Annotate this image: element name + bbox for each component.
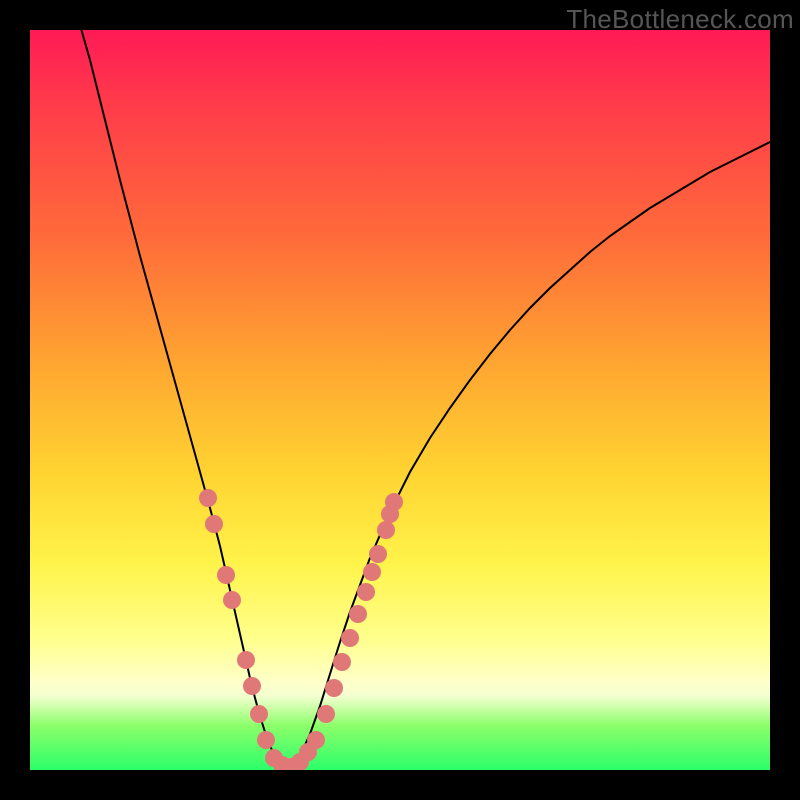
curve-svg — [30, 30, 770, 770]
marker-dot — [205, 515, 223, 533]
marker-dot — [237, 651, 255, 669]
marker-dot — [357, 583, 375, 601]
marker-dot — [363, 563, 381, 581]
marker-dot — [307, 731, 325, 749]
marker-dot — [325, 679, 343, 697]
marker-dot — [257, 731, 275, 749]
marker-dot — [223, 591, 241, 609]
marker-dot — [333, 653, 351, 671]
marker-dot — [385, 493, 403, 511]
chart-frame: TheBottleneck.com — [0, 0, 800, 800]
marker-dot — [349, 605, 367, 623]
curve-line — [80, 30, 770, 768]
bottleneck-curve — [80, 30, 770, 768]
marker-dot — [369, 545, 387, 563]
marker-dot — [217, 566, 235, 584]
marker-dot — [250, 705, 268, 723]
marker-dot — [341, 629, 359, 647]
marker-dot — [317, 705, 335, 723]
marker-dot — [199, 489, 217, 507]
curve-markers — [199, 489, 403, 770]
marker-dot — [377, 521, 395, 539]
marker-dot — [243, 677, 261, 695]
plot-area — [30, 30, 770, 770]
